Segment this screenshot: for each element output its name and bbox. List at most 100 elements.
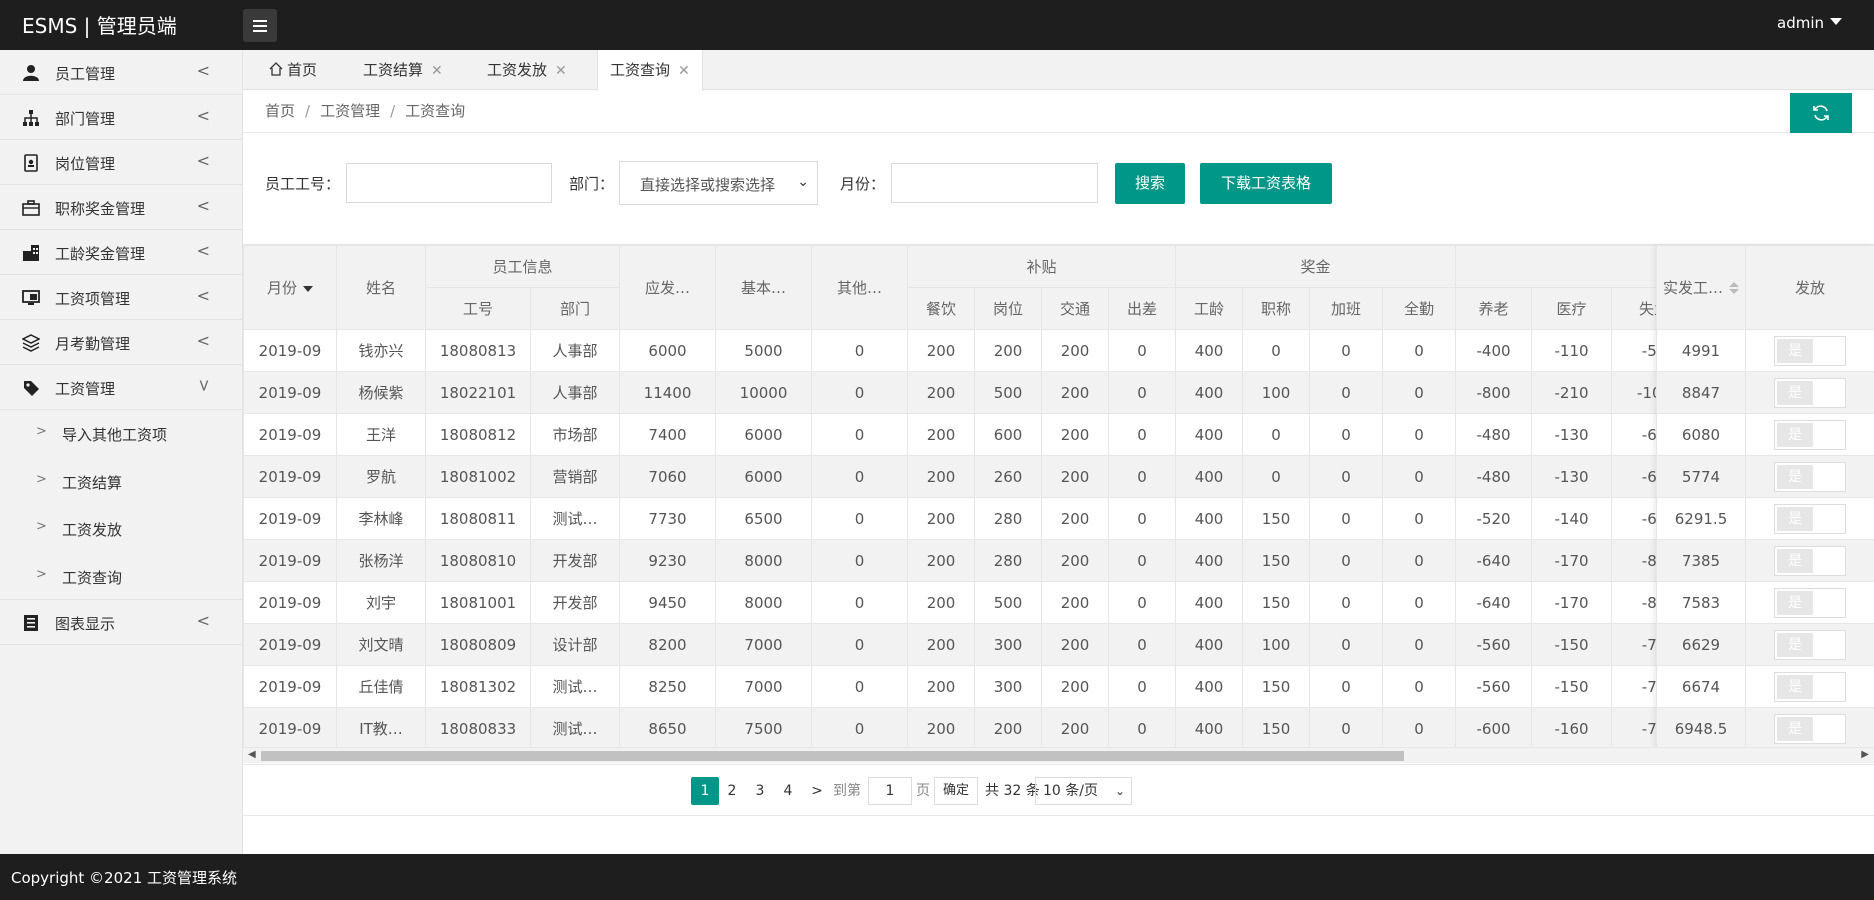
- issue-switch[interactable]: 是: [1774, 419, 1846, 450]
- horizontal-scrollbar[interactable]: ◀ ▶: [243, 747, 1874, 763]
- goto-confirm-button[interactable]: 确定: [934, 777, 979, 805]
- tab-payout[interactable]: 工资发放 ✕: [487, 50, 567, 90]
- cell-attendance: 0: [1382, 329, 1457, 372]
- goto-label: 到第: [833, 783, 861, 799]
- col-net[interactable]: 实发工…: [1656, 245, 1746, 330]
- sidebar-subitem-payout[interactable]: > 工资发放: [0, 505, 242, 553]
- switch-label: 是: [1777, 422, 1813, 447]
- menu-toggle-icon[interactable]: [243, 9, 277, 42]
- sidebar-item-salary[interactable]: 工资管理 <: [0, 365, 242, 410]
- table-row[interactable]: 2019-09 钱亦兴 18080813 人事部 6000 5000 0 200 200 200 0…: [243, 329, 1698, 372]
- cell-post: 600: [974, 413, 1043, 456]
- table-row[interactable]: 2019-09 张杨洋 18080810 开发部 9230 8000 0 200 280 200 0…: [243, 539, 1698, 582]
- cell-overtime: 0: [1309, 497, 1384, 540]
- col-other: 其他…: [811, 245, 909, 330]
- table-row[interactable]: 6948.5 是: [1656, 707, 1874, 750]
- sidebar-item-attendance[interactable]: 月考勤管理 <: [0, 320, 242, 365]
- table-row[interactable]: 2019-09 IT教… 18080833 测试… 8650 7500 0 200 200 200…: [243, 707, 1698, 750]
- sidebar-subitem-import[interactable]: > 导入其他工资项: [0, 410, 242, 458]
- goto-page-input[interactable]: 1: [868, 777, 912, 805]
- table-row[interactable]: 2019-09 刘宇 18081001 开发部 9450 8000 0 200 500 200 0 4…: [243, 581, 1698, 624]
- cell-post: 500: [974, 581, 1043, 624]
- emp-no-input[interactable]: [346, 163, 552, 203]
- scrollbar-thumb[interactable]: [261, 751, 1404, 761]
- issue-switch[interactable]: 是: [1774, 377, 1846, 408]
- cell-month: 2019-09: [243, 581, 337, 624]
- table-row[interactable]: 7385 是: [1656, 539, 1874, 582]
- cell-attendance: 0: [1382, 623, 1457, 666]
- table-row[interactable]: 6080 是: [1656, 413, 1874, 456]
- table-row[interactable]: 2019-09 杨候紫 18022101 人事部 11400 10000 0 200 500 20…: [243, 371, 1698, 414]
- scroll-right-icon[interactable]: ▶: [1861, 749, 1869, 760]
- sidebar-item-department[interactable]: 部门管理 <: [0, 95, 242, 140]
- cell-seniority: 400: [1175, 581, 1244, 624]
- col-month[interactable]: 月份: [243, 245, 337, 330]
- cell-other: 0: [811, 413, 909, 456]
- sort-icon[interactable]: [303, 286, 313, 292]
- cell-travel: 0: [1108, 497, 1177, 540]
- sidebar-item-salary-items[interactable]: 工资项管理 <: [0, 275, 242, 320]
- sort-icon[interactable]: [1729, 282, 1739, 294]
- issue-switch[interactable]: 是: [1774, 713, 1846, 744]
- cell-emp-no: 18081002: [425, 455, 531, 498]
- tab-home[interactable]: 首页: [269, 50, 317, 90]
- page-4[interactable]: 4: [781, 777, 795, 805]
- close-icon[interactable]: ✕: [431, 63, 443, 79]
- breadcrumb-item[interactable]: 工资管理: [320, 102, 380, 120]
- breadcrumb-item[interactable]: 首页: [265, 102, 295, 120]
- dept-select[interactable]: 直接选择或搜索选择 ⌄: [619, 161, 818, 205]
- table-row[interactable]: 6629 是: [1656, 623, 1874, 666]
- issue-switch[interactable]: 是: [1774, 503, 1846, 534]
- next-page-icon[interactable]: >: [809, 777, 825, 805]
- sidebar-item-seniority-bonus[interactable]: 工龄奖金管理 <: [0, 230, 242, 275]
- cell-meal: 200: [907, 581, 976, 624]
- table-row[interactable]: 8847 是: [1656, 371, 1874, 414]
- tag-icon: [24, 381, 39, 396]
- cell-medical: -170: [1531, 581, 1613, 624]
- breadcrumb-item: 工资查询: [405, 102, 466, 120]
- table-row[interactable]: 2019-09 丘佳倩 18081302 测试… 8250 7000 0 200 300 200 0…: [243, 665, 1698, 708]
- page-3[interactable]: 3: [753, 777, 767, 805]
- sidebar-item-charts[interactable]: 图表显示 <: [0, 600, 242, 645]
- cell-traffic: 200: [1041, 455, 1110, 498]
- table-row[interactable]: 7583 是: [1656, 581, 1874, 624]
- sidebar-item-employee[interactable]: 员工管理 <: [0, 50, 242, 95]
- sidebar-item-title-bonus[interactable]: 职称奖金管理 <: [0, 185, 242, 230]
- sidebar-item-position[interactable]: 岗位管理 <: [0, 140, 242, 185]
- page-1[interactable]: 1: [691, 777, 719, 805]
- table-row[interactable]: 2019-09 罗航 18081002 营销部 7060 6000 0 200 260 200 0 4…: [243, 455, 1698, 498]
- cell-net: 8847: [1656, 371, 1746, 414]
- issue-switch[interactable]: 是: [1774, 335, 1846, 366]
- table-row[interactable]: 6674 是: [1656, 665, 1874, 708]
- user-menu[interactable]: admin: [1777, 14, 1842, 32]
- table-row[interactable]: 5774 是: [1656, 455, 1874, 498]
- tab-query[interactable]: 工资查询 ✕: [597, 50, 703, 91]
- scroll-left-icon[interactable]: ◀: [248, 749, 256, 760]
- issue-switch[interactable]: 是: [1774, 629, 1846, 660]
- table-row[interactable]: 4991 是: [1656, 329, 1874, 372]
- close-icon[interactable]: ✕: [555, 63, 567, 79]
- table-row[interactable]: 2019-09 刘文晴 18080809 设计部 8200 7000 0 200 300 200 0…: [243, 623, 1698, 666]
- month-input[interactable]: [891, 163, 1098, 203]
- search-button[interactable]: 搜索: [1115, 163, 1185, 204]
- cell-title: 150: [1242, 539, 1311, 582]
- download-button[interactable]: 下载工资表格: [1200, 163, 1332, 204]
- cell-post: 260: [974, 455, 1043, 498]
- sidebar-subitem-settlement[interactable]: > 工资结算: [0, 458, 242, 506]
- close-icon[interactable]: ✕: [678, 63, 690, 79]
- refresh-button[interactable]: [1790, 93, 1852, 133]
- page-size-select[interactable]: 10 条/页 ⌄: [1035, 777, 1132, 805]
- issue-switch[interactable]: 是: [1774, 545, 1846, 576]
- table-row[interactable]: 2019-09 李林峰 18080811 测试… 7730 6500 0 200 280 200 0…: [243, 497, 1698, 540]
- issue-switch[interactable]: 是: [1774, 461, 1846, 492]
- total-count: 共 32 条: [985, 783, 1040, 799]
- issue-switch[interactable]: 是: [1774, 671, 1846, 702]
- page-2[interactable]: 2: [725, 777, 739, 805]
- issue-switch[interactable]: 是: [1774, 587, 1846, 618]
- sidebar-subitem-query[interactable]: > 工资查询: [0, 553, 242, 600]
- table-row[interactable]: 2019-09 王洋 18080812 市场部 7400 6000 0 200 600 200 0 4…: [243, 413, 1698, 456]
- table-row[interactable]: 6291.5 是: [1656, 497, 1874, 540]
- copyright: Copyright ©2021 工资管理系统: [11, 869, 238, 887]
- cell-gross: 8200: [619, 623, 717, 666]
- tab-settlement[interactable]: 工资结算 ✕: [363, 50, 443, 90]
